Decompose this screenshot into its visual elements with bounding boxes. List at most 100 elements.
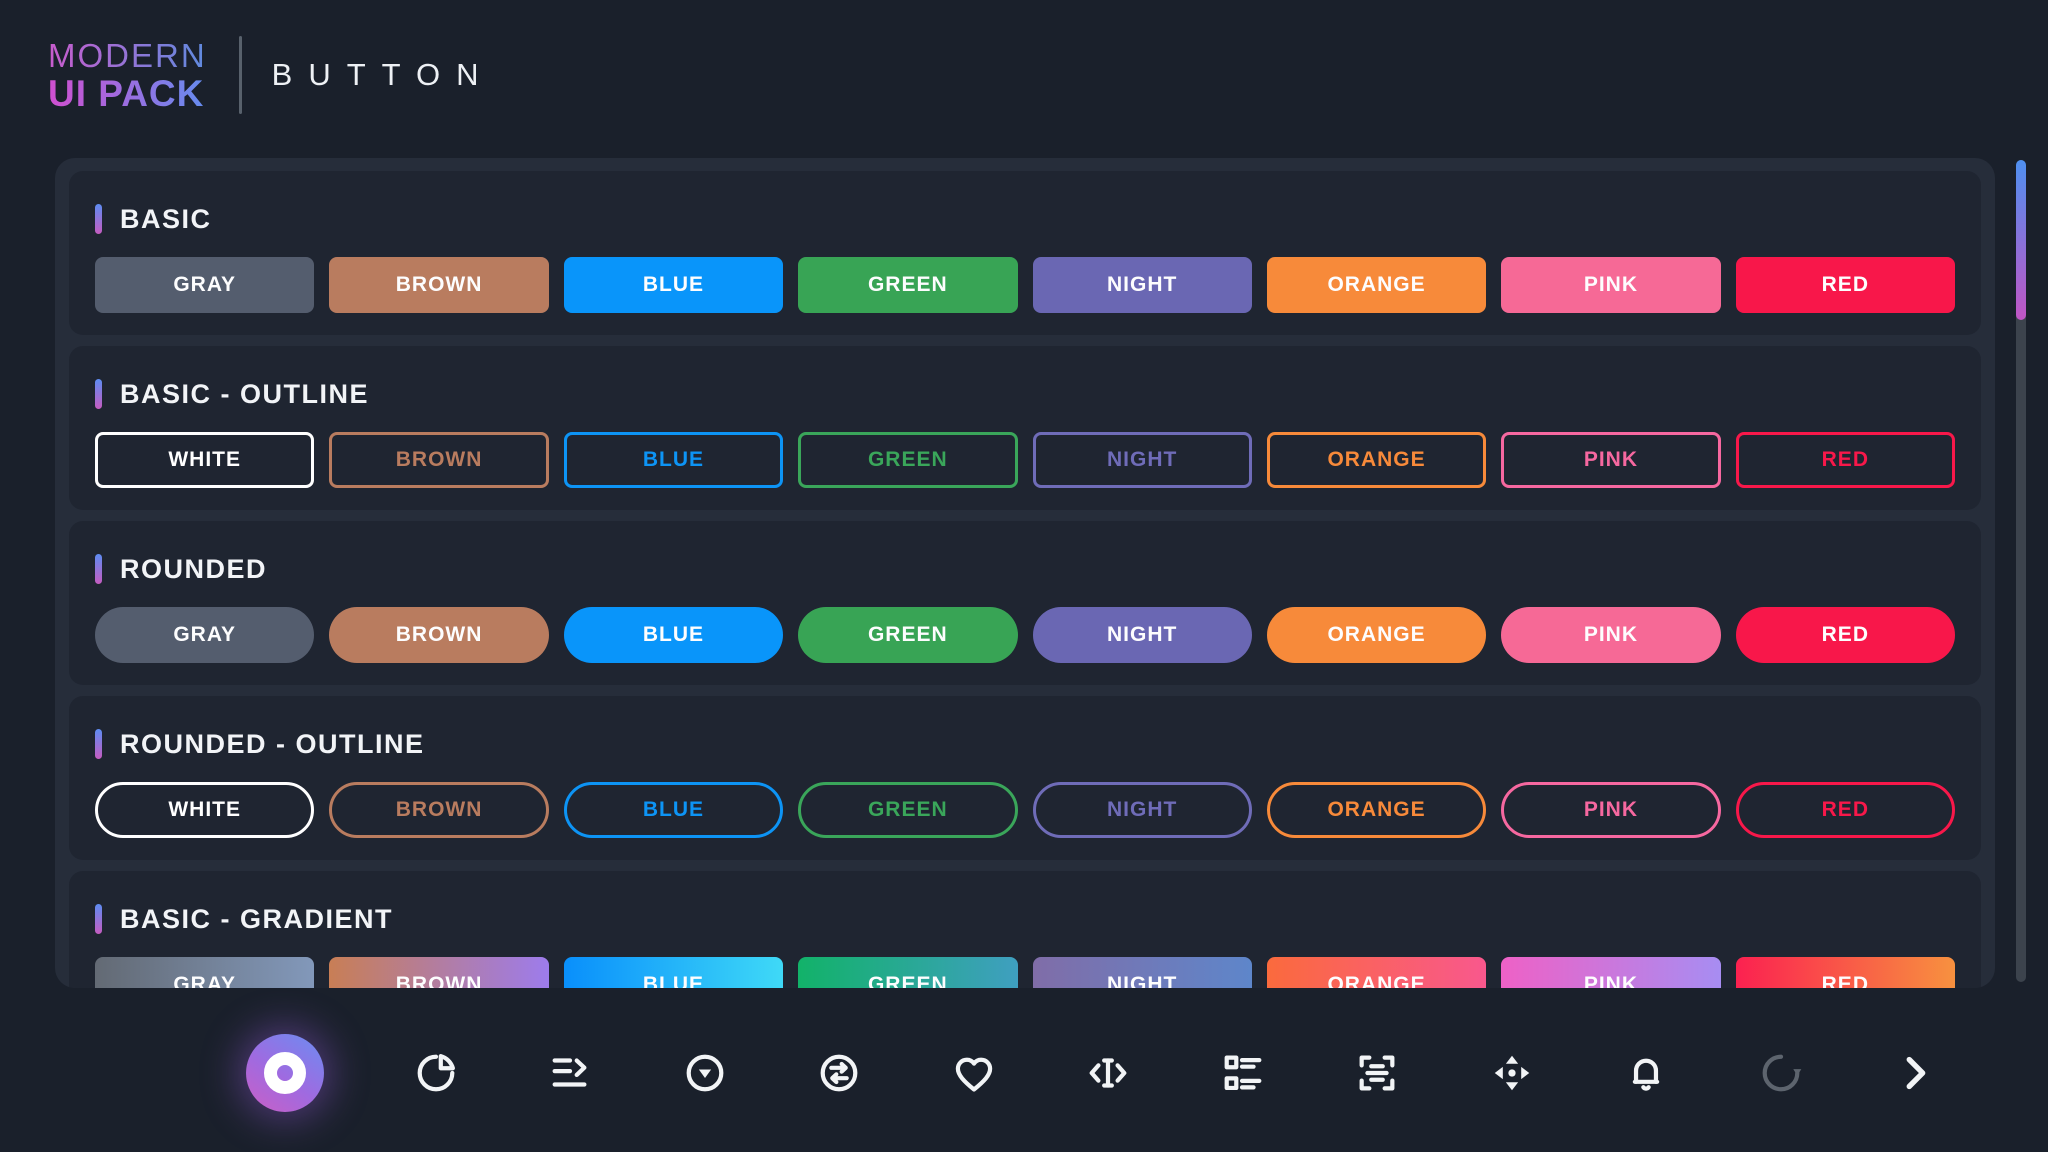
- spinner-icon[interactable]: [1758, 1050, 1804, 1096]
- night-rounded-button[interactable]: NIGHT: [1033, 607, 1252, 663]
- list-arrow-icon-glyph: [547, 1050, 593, 1096]
- white-rounded-outline-button[interactable]: WHITE: [95, 782, 314, 838]
- orange-rounded-button[interactable]: ORANGE: [1267, 607, 1486, 663]
- section-header: BASIC: [95, 203, 1955, 235]
- section-title: BASIC - GRADIENT: [120, 904, 393, 935]
- section-header: BASIC - OUTLINE: [95, 378, 1955, 410]
- move-icon-glyph: [1489, 1050, 1535, 1096]
- text-cursor-icon-glyph: [1085, 1050, 1131, 1096]
- heart-icon-glyph: [951, 1050, 997, 1096]
- dropdown-circle-icon-glyph: [682, 1050, 728, 1096]
- pink-rounded-button[interactable]: PINK: [1501, 607, 1720, 663]
- checklist-icon-glyph: [1220, 1050, 1266, 1096]
- button-icon[interactable]: [246, 1034, 324, 1112]
- blue-basic-outline-button[interactable]: BLUE: [564, 432, 783, 488]
- pink-basic-gradient-button[interactable]: PINK: [1501, 957, 1720, 988]
- app-header: MODERN UI PACK BUTTON: [48, 36, 495, 114]
- green-basic-outline-button[interactable]: GREEN: [798, 432, 1017, 488]
- pie-chart-icon-glyph: [413, 1050, 459, 1096]
- section-header: ROUNDED - OUTLINE: [95, 728, 1955, 760]
- blue-basic-gradient-button[interactable]: BLUE: [564, 957, 783, 988]
- red-basic-outline-button[interactable]: RED: [1736, 432, 1955, 488]
- night-basic-gradient-button[interactable]: NIGHT: [1033, 957, 1252, 988]
- night-basic-button[interactable]: NIGHT: [1033, 257, 1252, 313]
- blue-basic-button[interactable]: BLUE: [564, 257, 783, 313]
- section-title: BASIC: [120, 204, 212, 235]
- scrollbar-thumb[interactable]: [2016, 160, 2026, 320]
- checklist-icon[interactable]: [1220, 1050, 1266, 1096]
- red-basic-button[interactable]: RED: [1736, 257, 1955, 313]
- move-icon[interactable]: [1489, 1050, 1535, 1096]
- text-cursor-icon[interactable]: [1085, 1050, 1131, 1096]
- screen: MODERN UI PACK BUTTON BASIC GRAY BROWN BLUE…: [0, 0, 2048, 1152]
- section-accent-bar: [95, 904, 102, 934]
- green-basic-button[interactable]: GREEN: [798, 257, 1017, 313]
- button-row: GRAY BROWN BLUE GREEN NIGHT ORANGE PINK RED: [95, 257, 1955, 313]
- green-rounded-button[interactable]: GREEN: [798, 607, 1017, 663]
- gray-basic-gradient-button[interactable]: GRAY: [95, 957, 314, 988]
- section-card-basic-gradient: BASIC - GRADIENT GRAY BROWN BLUE GREEN NIGHT O…: [69, 871, 1981, 988]
- spinner-icon-glyph: [1758, 1050, 1804, 1096]
- pink-basic-outline-button[interactable]: PINK: [1501, 432, 1720, 488]
- brown-rounded-button[interactable]: BROWN: [329, 607, 548, 663]
- swap-circle-icon-glyph: [816, 1050, 862, 1096]
- scan-icon-glyph: [1354, 1050, 1400, 1096]
- night-rounded-outline-button[interactable]: NIGHT: [1033, 782, 1252, 838]
- brown-basic-outline-button[interactable]: BROWN: [329, 432, 548, 488]
- button-row: GRAY BROWN BLUE GREEN NIGHT ORANGE PINK RED: [95, 957, 1955, 988]
- orange-basic-gradient-button[interactable]: ORANGE: [1267, 957, 1486, 988]
- scrollbar-track[interactable]: [2016, 160, 2026, 982]
- blue-rounded-button[interactable]: BLUE: [564, 607, 783, 663]
- heart-icon[interactable]: [951, 1050, 997, 1096]
- button-row: WHITE BROWN BLUE GREEN NIGHT ORANGE PINK RED: [95, 432, 1955, 488]
- brown-basic-button[interactable]: BROWN: [329, 257, 548, 313]
- pie-chart-icon[interactable]: [413, 1050, 459, 1096]
- orange-basic-button[interactable]: ORANGE: [1267, 257, 1486, 313]
- swap-circle-icon[interactable]: [816, 1050, 862, 1096]
- bell-icon-glyph: [1623, 1050, 1669, 1096]
- section-title: ROUNDED - OUTLINE: [120, 729, 425, 760]
- section-card-basic-outline: BASIC - OUTLINE WHITE BROWN BLUE GREEN NIGHT O…: [69, 346, 1981, 510]
- header-divider: [239, 36, 242, 114]
- green-basic-gradient-button[interactable]: GREEN: [798, 957, 1017, 988]
- list-arrow-icon[interactable]: [547, 1050, 593, 1096]
- dropdown-circle-icon[interactable]: [682, 1050, 728, 1096]
- orange-basic-outline-button[interactable]: ORANGE: [1267, 432, 1486, 488]
- night-basic-outline-button[interactable]: NIGHT: [1033, 432, 1252, 488]
- section-accent-bar: [95, 729, 102, 759]
- brand-line1: MODERN: [48, 39, 207, 72]
- section-title: BASIC - OUTLINE: [120, 379, 369, 410]
- bottom-icon-nav: [246, 1008, 1938, 1138]
- red-basic-gradient-button[interactable]: RED: [1736, 957, 1955, 988]
- bell-icon[interactable]: [1623, 1050, 1669, 1096]
- chevron-right-icon[interactable]: [1892, 1050, 1938, 1096]
- red-rounded-button[interactable]: RED: [1736, 607, 1955, 663]
- button-row: WHITE BROWN BLUE GREEN NIGHT ORANGE PINK RED: [95, 782, 1955, 838]
- section-card-rounded-outline: ROUNDED - OUTLINE WHITE BROWN BLUE GREEN NIGH…: [69, 696, 1981, 860]
- red-rounded-outline-button[interactable]: RED: [1736, 782, 1955, 838]
- brand-logo: MODERN UI PACK: [48, 39, 207, 112]
- section-card-rounded: ROUNDED GRAY BROWN BLUE GREEN NIGHT ORANGE PINK…: [69, 521, 1981, 685]
- pink-basic-button[interactable]: PINK: [1501, 257, 1720, 313]
- section-title: ROUNDED: [120, 554, 267, 585]
- brown-basic-gradient-button[interactable]: BROWN: [329, 957, 548, 988]
- gray-basic-button[interactable]: GRAY: [95, 257, 314, 313]
- section-header: ROUNDED: [95, 553, 1955, 585]
- donut-glyph: [264, 1052, 306, 1094]
- brown-rounded-outline-button[interactable]: BROWN: [329, 782, 548, 838]
- section-card-basic: BASIC GRAY BROWN BLUE GREEN NIGHT ORANGE PINK RE…: [69, 171, 1981, 335]
- brand-line2: UI PACK: [48, 75, 207, 112]
- section-header: BASIC - GRADIENT: [95, 903, 1955, 935]
- section-accent-bar: [95, 204, 102, 234]
- white-basic-outline-button[interactable]: WHITE: [95, 432, 314, 488]
- pink-rounded-outline-button[interactable]: PINK: [1501, 782, 1720, 838]
- orange-rounded-outline-button[interactable]: ORANGE: [1267, 782, 1486, 838]
- scan-icon[interactable]: [1354, 1050, 1400, 1096]
- blue-rounded-outline-button[interactable]: BLUE: [564, 782, 783, 838]
- green-rounded-outline-button[interactable]: GREEN: [798, 782, 1017, 838]
- section-accent-bar: [95, 554, 102, 584]
- button-row: GRAY BROWN BLUE GREEN NIGHT ORANGE PINK RED: [95, 607, 1955, 663]
- button-showcase-panel: BASIC GRAY BROWN BLUE GREEN NIGHT ORANGE PINK RE…: [55, 158, 1995, 988]
- gray-rounded-button[interactable]: GRAY: [95, 607, 314, 663]
- section-accent-bar: [95, 379, 102, 409]
